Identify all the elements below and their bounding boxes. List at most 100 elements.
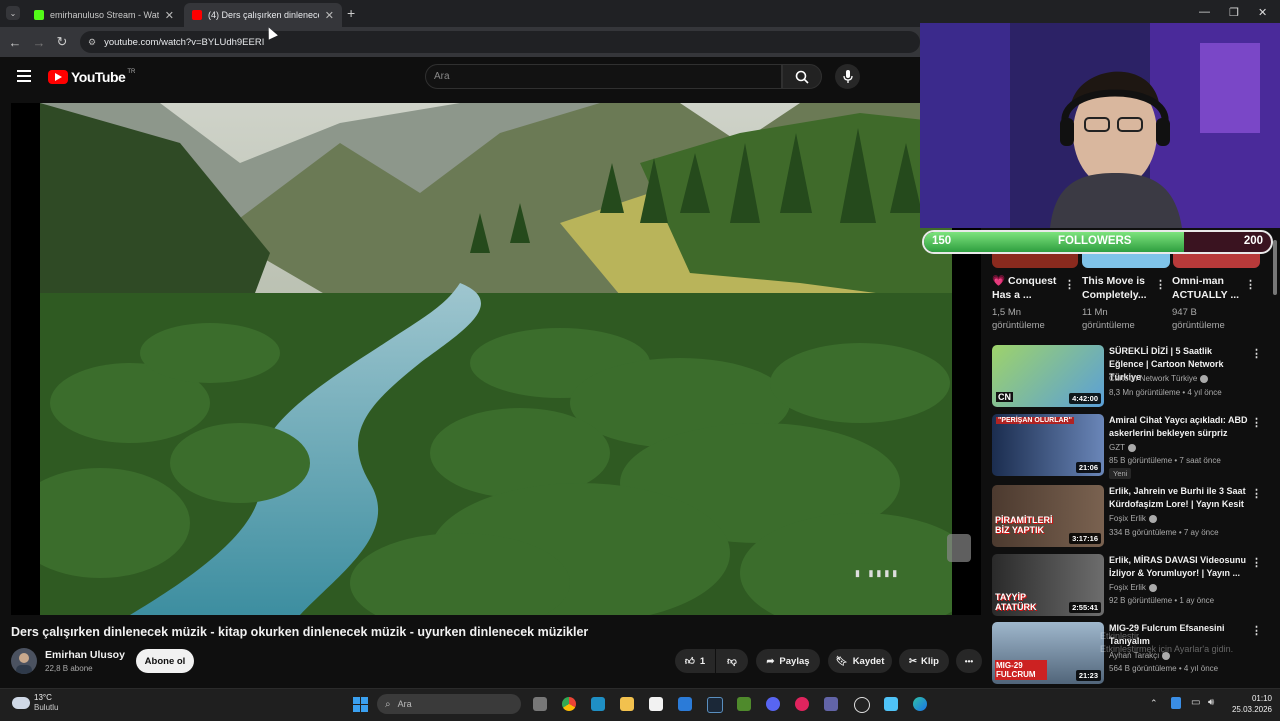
recommendation-menu-icon[interactable]: ⋮ xyxy=(1251,416,1262,429)
clip-button[interactable]: ✂ Klip xyxy=(899,649,949,673)
recommendation-channel[interactable]: Cartoon Network Türkiye xyxy=(1109,374,1209,383)
recommendation-channel[interactable]: GZT xyxy=(1109,443,1136,452)
recommendation-menu-icon[interactable]: ⋮ xyxy=(1251,347,1262,360)
new-tab-button[interactable]: + xyxy=(347,5,355,21)
thumbnail-text: MIG-29 FULCRUM xyxy=(995,660,1047,680)
browser-tab-stream[interactable]: emirhanuluso Stream - Watch L ✕ xyxy=(26,3,182,27)
close-tab-icon[interactable]: ✕ xyxy=(165,9,174,22)
short-title[interactable]: 💗 Conquest Has a ... xyxy=(992,274,1067,302)
video-duration: 21:06 xyxy=(1075,462,1101,473)
network-icon[interactable]: ▭ xyxy=(1191,697,1200,708)
microphone-icon xyxy=(842,69,853,83)
followers-current: 150 xyxy=(932,235,952,247)
dislike-button[interactable]: 👎︎ xyxy=(716,649,748,673)
recommendation-channel[interactable]: Foşix Erlik xyxy=(1109,514,1157,523)
site-info-icon[interactable]: ⚙ xyxy=(88,37,96,48)
recommendation-menu-icon[interactable]: ⋮ xyxy=(1251,487,1262,500)
verified-icon xyxy=(1128,443,1136,452)
video-duration: 2:55:41 xyxy=(1069,602,1101,613)
minimize-button[interactable]: — xyxy=(1199,6,1210,18)
app-icon[interactable] xyxy=(591,697,605,711)
recommendation-menu-icon[interactable]: ⋮ xyxy=(1251,556,1262,569)
subscribe-button[interactable]: Abone ol xyxy=(136,649,194,673)
recommendation-channel[interactable]: Foşix Erlik xyxy=(1109,583,1157,592)
recommendation-thumbnail[interactable]: CN 4:42:00 xyxy=(992,345,1104,407)
short-menu-icon[interactable]: ⋮ xyxy=(1155,278,1166,291)
more-actions-button[interactable]: ••• xyxy=(956,649,982,673)
back-arrow-icon[interactable]: ← xyxy=(7,34,23,50)
steam-icon[interactable] xyxy=(707,697,723,713)
store-icon[interactable] xyxy=(649,697,663,711)
recommendation-thumbnail[interactable]: MIG-29 FULCRUM 21:23 xyxy=(992,622,1104,684)
file-explorer-icon[interactable] xyxy=(620,697,634,711)
recommendation-title[interactable]: Erlik, MİRAS DAVASI Videosunu İzliyor & … xyxy=(1109,554,1249,580)
clock[interactable]: 01:10 25.03.2026 xyxy=(1226,693,1272,715)
maximize-button[interactable]: ❐ xyxy=(1229,6,1239,19)
recommendation-menu-icon[interactable]: ⋮ xyxy=(1251,624,1262,637)
voice-search-button[interactable] xyxy=(835,64,860,89)
media-player-icon[interactable] xyxy=(795,697,809,711)
thumbnail-text: "PERİŞAN OLURLAR" xyxy=(996,417,1074,424)
channel-watermark[interactable] xyxy=(947,534,971,562)
search-input[interactable]: Ara xyxy=(425,64,782,89)
recommendation-thumbnail[interactable]: PİRAMİTLERİ BİZ YAPTIK 3:17:16 xyxy=(992,485,1104,547)
browser-tab-youtube[interactable]: (4) Ders çalışırken dinlenecek m ✕ xyxy=(184,3,342,27)
discord-icon[interactable] xyxy=(766,697,780,711)
task-view-icon[interactable] xyxy=(533,697,547,711)
share-button[interactable]: ➦ Paylaş xyxy=(756,649,820,673)
short-title[interactable]: Omni-man ACTUALLY ... xyxy=(1172,274,1247,302)
youtube-icon xyxy=(192,10,202,20)
tab-search-button[interactable]: ⌄ xyxy=(6,6,20,20)
recommendation-title[interactable]: Amiral Cihat Yaycı açıkladı: ABD askerle… xyxy=(1109,414,1249,440)
channel-name[interactable]: Emirhan Ulusoy xyxy=(45,649,125,661)
tab-title: (4) Ders çalışırken dinlenecek m xyxy=(208,10,319,20)
volume-icon[interactable]: 🔊︎ xyxy=(1208,697,1214,708)
short-views: 1,5 Mn görüntüleme xyxy=(992,307,1045,331)
edge-icon[interactable] xyxy=(913,697,927,711)
reload-icon[interactable]: ↻ xyxy=(54,34,70,50)
chrome-icon[interactable] xyxy=(562,697,576,711)
start-button[interactable] xyxy=(353,697,368,712)
video-frame-landscape xyxy=(40,103,952,615)
weather-desc: Bulutlu xyxy=(34,703,59,712)
tray-chevron-icon[interactable]: ⌃ xyxy=(1150,698,1158,709)
menu-icon[interactable] xyxy=(17,70,31,85)
recommendation-thumbnail[interactable]: TAYYİP ATATÜRK 2:55:41 xyxy=(992,554,1104,616)
youtube-play-icon xyxy=(48,70,68,84)
sidebar-scrollbar[interactable] xyxy=(1273,240,1277,295)
recommendation-title[interactable]: Erlik, Jahrein ve Burhi ile 3 Saat Kürdo… xyxy=(1109,485,1249,511)
followers-goal-fill xyxy=(924,232,1185,252)
youtube-logo[interactable]: YouTube TR xyxy=(48,69,135,85)
save-button[interactable]: 🔖︎ Kaydet xyxy=(828,649,892,673)
recommendation-thumbnail[interactable]: "PERİŞAN OLURLAR" 21:06 xyxy=(992,414,1104,476)
short-menu-icon[interactable]: ⋮ xyxy=(1245,278,1256,291)
tray-app-icon[interactable] xyxy=(1171,697,1181,709)
url-text: youtube.com/watch?v=BYLUdh9EERI xyxy=(104,36,265,48)
short-menu-icon[interactable]: ⋮ xyxy=(1064,278,1075,291)
forward-arrow-icon[interactable]: → xyxy=(31,34,47,50)
short-thumbnail[interactable] xyxy=(1082,254,1170,268)
channel-name: Foşix Erlik xyxy=(1109,583,1146,592)
taskbar-search-input[interactable]: ⌕ Ara xyxy=(377,694,521,714)
video-player[interactable]: ▮ ▮▮▮▮ xyxy=(11,103,981,615)
like-button[interactable]: 👍︎ 1 xyxy=(675,649,715,673)
obs-icon[interactable] xyxy=(854,697,870,713)
search-button[interactable] xyxy=(782,64,822,89)
address-bar[interactable]: ⚙ youtube.com/watch?v=BYLUdh9EERI xyxy=(80,31,920,53)
search-icon: ⌕ xyxy=(385,698,391,710)
close-window-button[interactable]: ✕ xyxy=(1258,6,1267,19)
short-title[interactable]: This Move is Completely... xyxy=(1082,274,1157,302)
weather-cloud-icon xyxy=(12,697,30,709)
app-icon[interactable] xyxy=(884,697,898,711)
webcam-overlay xyxy=(920,23,1280,228)
weather-widget[interactable]: 13°C Bulutlu xyxy=(12,693,58,713)
short-thumbnail[interactable] xyxy=(1173,254,1260,268)
teams-icon[interactable] xyxy=(824,697,838,711)
close-tab-icon[interactable]: ✕ xyxy=(325,9,334,22)
short-thumbnail[interactable] xyxy=(992,254,1078,268)
followers-label: FOLLOWERS xyxy=(1058,235,1132,247)
channel-avatar[interactable] xyxy=(11,648,37,674)
short-views: 11 Mn görüntüleme xyxy=(1082,307,1135,331)
minecraft-icon[interactable] xyxy=(737,697,751,711)
mail-icon[interactable] xyxy=(678,697,692,711)
